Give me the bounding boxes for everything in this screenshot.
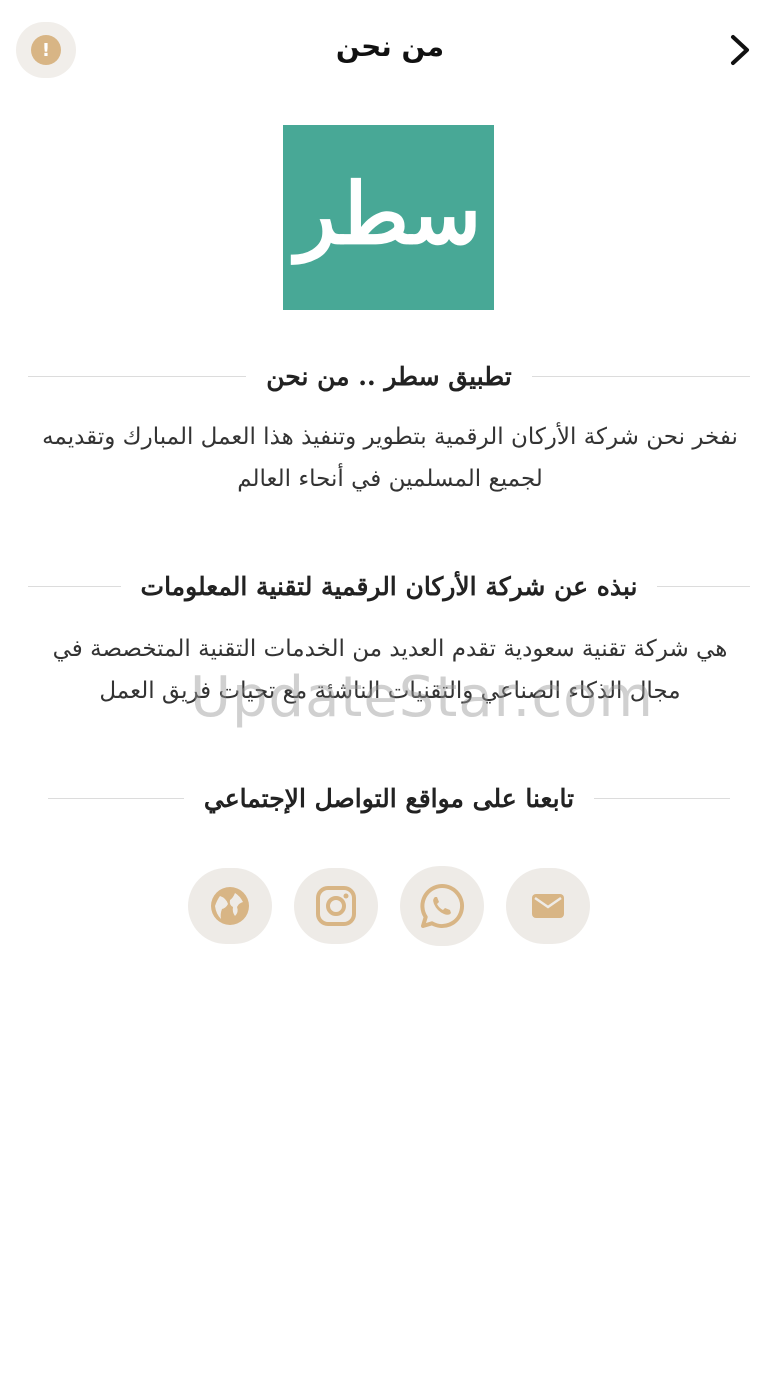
app-logo: سطر [283,125,494,310]
header: ! من نحن [0,0,780,100]
watermark: UpdateStar.com [190,665,654,730]
page-title: من نحن [335,30,445,63]
info-icon: ! [31,35,61,65]
section-title: تابعنا على مواقع التواصل الإجتماعي [203,783,575,813]
social-links [188,866,590,946]
section-body-app: نفخر نحن شركة الأركان الرقمية بتطوير وتن… [42,424,738,492]
section-title: تطبيق سطر .. من نحن [266,361,512,391]
divider [657,585,750,587]
about-page: ! من نحن سطر تطبيق سطر .. من نحن نفخر نح… [0,0,780,1387]
section-header-company: نبذه عن شركة الأركان الرقمية لتقنية المع… [27,566,750,606]
divider [28,375,247,377]
instagram-icon [316,886,356,926]
logo-text: سطر [295,164,482,263]
email-icon [532,894,564,918]
globe-icon [211,887,249,925]
email-button[interactable] [506,868,590,944]
whatsapp-button[interactable] [400,866,484,946]
section-title: نبذه عن شركة الأركان الرقمية لتقنية المع… [140,571,638,601]
divider [531,375,750,377]
instagram-button[interactable] [294,868,378,944]
divider [594,797,730,799]
divider [27,585,121,587]
section-header-app: تطبيق سطر .. من نحن [28,356,750,396]
divider [47,797,184,799]
info-button[interactable]: ! [16,22,76,78]
section-header-social: تابعنا على مواقع التواصل الإجتماعي [47,778,730,818]
website-button[interactable] [188,868,272,944]
whatsapp-icon [420,884,464,928]
back-button[interactable] [720,28,760,72]
chevron-right-icon [731,35,749,65]
